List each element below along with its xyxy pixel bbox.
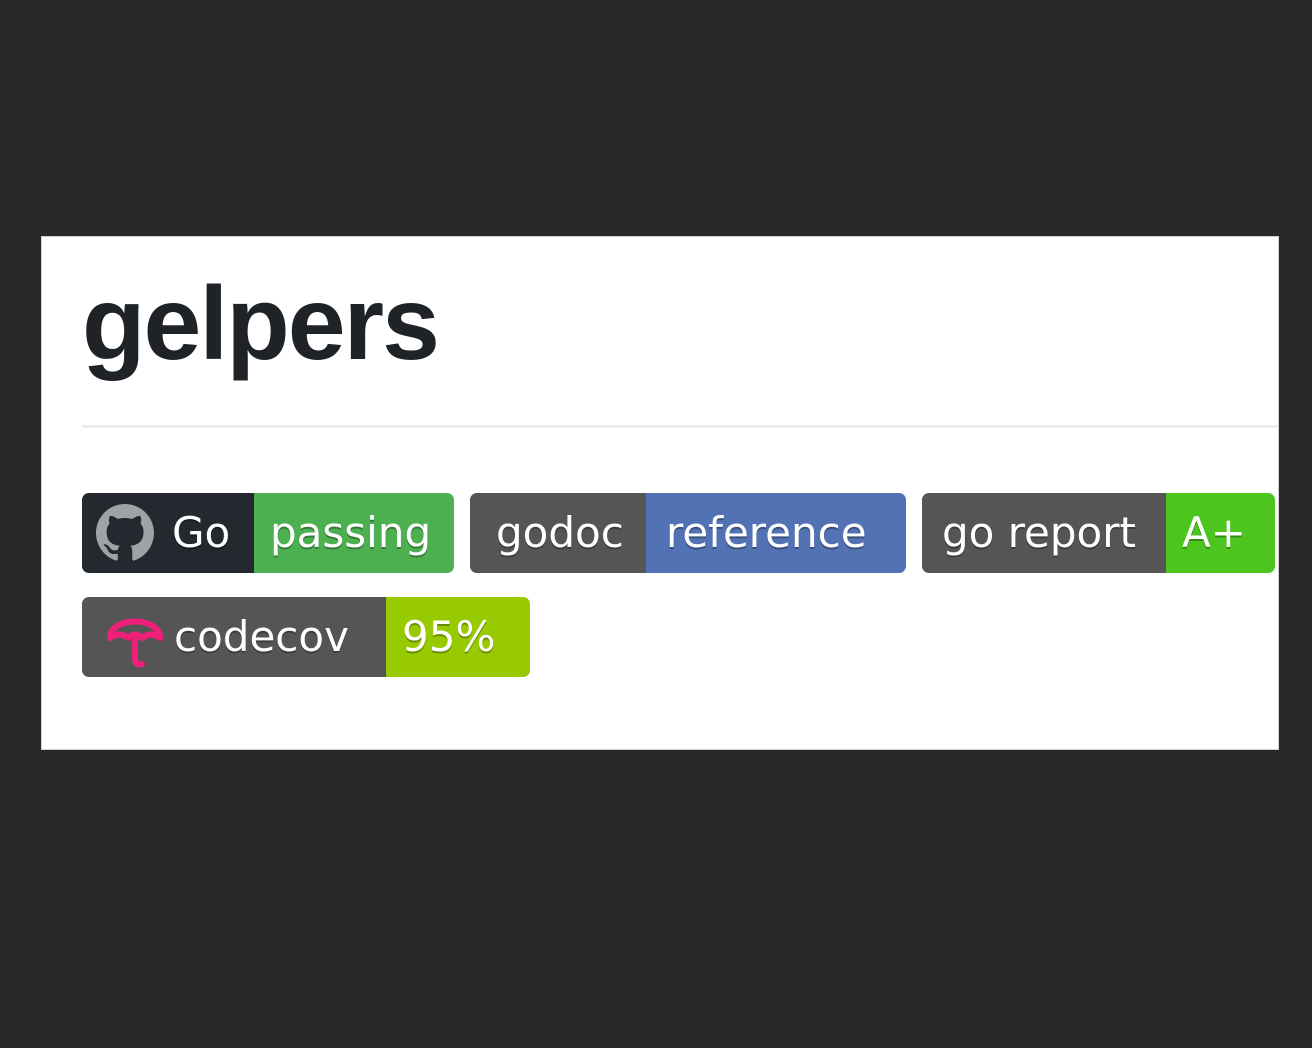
badge-message: A+ bbox=[1166, 493, 1275, 573]
badge-message-text: passing bbox=[270, 508, 432, 557]
github-icon bbox=[96, 504, 154, 562]
badge-message-text: A+ bbox=[1182, 508, 1246, 557]
badge-message: passing bbox=[254, 493, 454, 573]
badge-label-text: Go bbox=[172, 508, 231, 557]
title-divider bbox=[82, 425, 1278, 428]
badge-label: godoc bbox=[470, 493, 646, 573]
badge-message: 95% bbox=[386, 597, 530, 677]
badge-label-text: codecov bbox=[174, 612, 349, 661]
codecov-umbrella-icon bbox=[104, 604, 166, 670]
page-title: gelpers bbox=[82, 266, 440, 382]
godoc-badge[interactable]: godoc reference bbox=[470, 493, 906, 573]
badge-label: Go bbox=[82, 493, 254, 573]
badge-label: codecov bbox=[82, 597, 386, 677]
readme-panel: gelpers Go passing godoc reference go re… bbox=[41, 236, 1279, 750]
badge-message-text: reference bbox=[666, 508, 867, 557]
codecov-badge[interactable]: codecov 95% bbox=[82, 597, 530, 677]
badge-label: go report bbox=[922, 493, 1166, 573]
badge-label-text: godoc bbox=[496, 508, 624, 557]
go-report-badge[interactable]: go report A+ bbox=[922, 493, 1275, 573]
go-build-badge[interactable]: Go passing bbox=[82, 493, 454, 573]
badge-label-text: go report bbox=[942, 508, 1136, 557]
badge-message: reference bbox=[646, 493, 906, 573]
badge-message-text: 95% bbox=[402, 612, 496, 661]
